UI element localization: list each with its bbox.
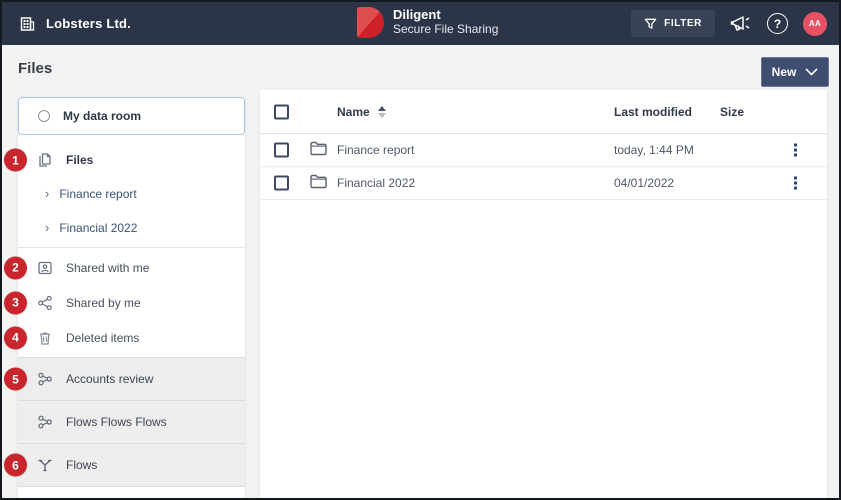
folder-icon xyxy=(310,142,327,159)
chevron-right-icon: › xyxy=(45,187,49,200)
dataroom-label: My data room xyxy=(63,109,141,123)
column-header-size[interactable]: Size xyxy=(720,105,744,119)
table-row[interactable]: Finance report today, 1:44 PM xyxy=(260,134,827,167)
sidebar-item-my-data-room[interactable]: My data room xyxy=(18,97,245,135)
avatar-initials: AA xyxy=(809,19,821,28)
sidebar-nav: 1 Files › Finance report › Financial 202… xyxy=(18,143,245,487)
junction-icon xyxy=(37,457,53,473)
sidebar-item-label: Finance report xyxy=(59,187,136,201)
row-menu-kebab-icon[interactable] xyxy=(790,173,801,194)
dataroom-circle-icon xyxy=(38,110,50,122)
sidebar-item-finance-report[interactable]: › Finance report xyxy=(18,177,245,211)
file-name[interactable]: Finance report xyxy=(337,143,414,157)
sidebar-item-label: Shared with me xyxy=(66,261,149,275)
topbar-actions: FILTER ? AA xyxy=(631,2,827,45)
sidebar-divider xyxy=(18,247,245,248)
sidebar-item-label: Financial 2022 xyxy=(59,221,137,235)
diligent-logo-icon xyxy=(357,7,384,38)
table-header-row: Name Last modified Size xyxy=(260,90,827,134)
sidebar-item-label: Flows Flows Flows xyxy=(66,415,167,429)
filter-button[interactable]: FILTER xyxy=(631,10,715,37)
column-header-modified[interactable]: Last modified xyxy=(614,105,692,119)
shared-with-me-icon xyxy=(37,260,53,276)
file-table: Name Last modified Size Finance report t… xyxy=(260,90,827,498)
building-icon xyxy=(19,16,35,32)
table-row[interactable]: Financial 2022 04/01/2022 xyxy=(260,167,827,200)
folder-icon xyxy=(310,175,327,192)
sidebar-item-label: Deleted items xyxy=(66,331,139,345)
chevron-right-icon: › xyxy=(45,221,49,234)
trash-icon xyxy=(37,330,53,346)
row-select-cell xyxy=(274,176,289,191)
callout-badge-5: 5 xyxy=(4,368,27,391)
filter-label: FILTER xyxy=(664,18,702,29)
callout-badge-1: 1 xyxy=(4,149,27,172)
announcements-icon[interactable] xyxy=(730,14,752,34)
files-icon xyxy=(37,152,53,168)
callout-badge-6: 6 xyxy=(4,454,27,477)
brand-block: Diligent Secure File Sharing xyxy=(357,7,498,38)
help-glyph: ? xyxy=(774,17,781,31)
company-name: Lobsters Ltd. xyxy=(46,16,131,31)
row-select-cell xyxy=(274,143,289,158)
sidebar-item-shared-with-me[interactable]: 2 Shared with me xyxy=(18,250,245,285)
sidebar-flows-section: 5 Accounts review Flows Flows Flows xyxy=(18,357,245,487)
brand-text: Diligent Secure File Sharing xyxy=(393,8,498,37)
sidebar-item-accounts-review[interactable]: 5 Accounts review xyxy=(18,358,245,401)
select-all-cell xyxy=(274,104,289,119)
sidebar-item-deleted-items[interactable]: 4 Deleted items xyxy=(18,320,245,355)
workflow-icon xyxy=(37,371,53,387)
sidebar-item-label: Files xyxy=(66,153,93,167)
brand-title: Diligent xyxy=(393,8,498,23)
callout-badge-3: 3 xyxy=(4,291,27,314)
brand-subtitle: Secure File Sharing xyxy=(393,23,498,37)
row-checkbox[interactable] xyxy=(274,176,289,191)
sidebar-item-flows[interactable]: 6 Flows xyxy=(18,444,245,487)
sidebar-item-financial-2022[interactable]: › Financial 2022 xyxy=(18,211,245,245)
share-icon xyxy=(37,295,53,311)
new-button[interactable]: New xyxy=(761,57,829,87)
select-all-checkbox[interactable] xyxy=(274,104,289,119)
callout-badge-2: 2 xyxy=(4,256,27,279)
callout-badge-4: 4 xyxy=(4,326,27,349)
file-name[interactable]: Financial 2022 xyxy=(337,176,415,190)
sort-icon xyxy=(378,106,386,118)
sidebar-item-label: Flows xyxy=(66,458,97,472)
sidebar-item-label: Accounts review xyxy=(66,372,153,386)
name-column-label: Name xyxy=(337,105,370,119)
file-modified: 04/01/2022 xyxy=(614,176,674,190)
sidebar-item-files[interactable]: 1 Files xyxy=(18,143,245,177)
company-block: Lobsters Ltd. xyxy=(2,16,131,32)
new-button-label: New xyxy=(772,65,797,79)
file-modified: today, 1:44 PM xyxy=(614,143,694,157)
workflow-icon xyxy=(37,414,53,430)
top-bar: Lobsters Ltd. Diligent Secure File Shari… xyxy=(2,2,839,45)
page-title: Files xyxy=(18,60,52,77)
funnel-icon xyxy=(644,17,657,30)
user-avatar[interactable]: AA xyxy=(803,12,827,36)
help-icon[interactable]: ? xyxy=(767,13,788,34)
chevron-down-icon xyxy=(805,68,818,76)
sidebar-item-flows-flows-flows[interactable]: Flows Flows Flows xyxy=(18,401,245,444)
row-checkbox[interactable] xyxy=(274,143,289,158)
sidebar-item-label: Shared by me xyxy=(66,296,141,310)
sidebar-item-shared-by-me[interactable]: 3 Shared by me xyxy=(18,285,245,320)
sidebar: My data room 1 Files › Finance report › … xyxy=(18,97,245,498)
row-menu-kebab-icon[interactable] xyxy=(790,140,801,161)
column-header-name[interactable]: Name xyxy=(337,105,386,119)
